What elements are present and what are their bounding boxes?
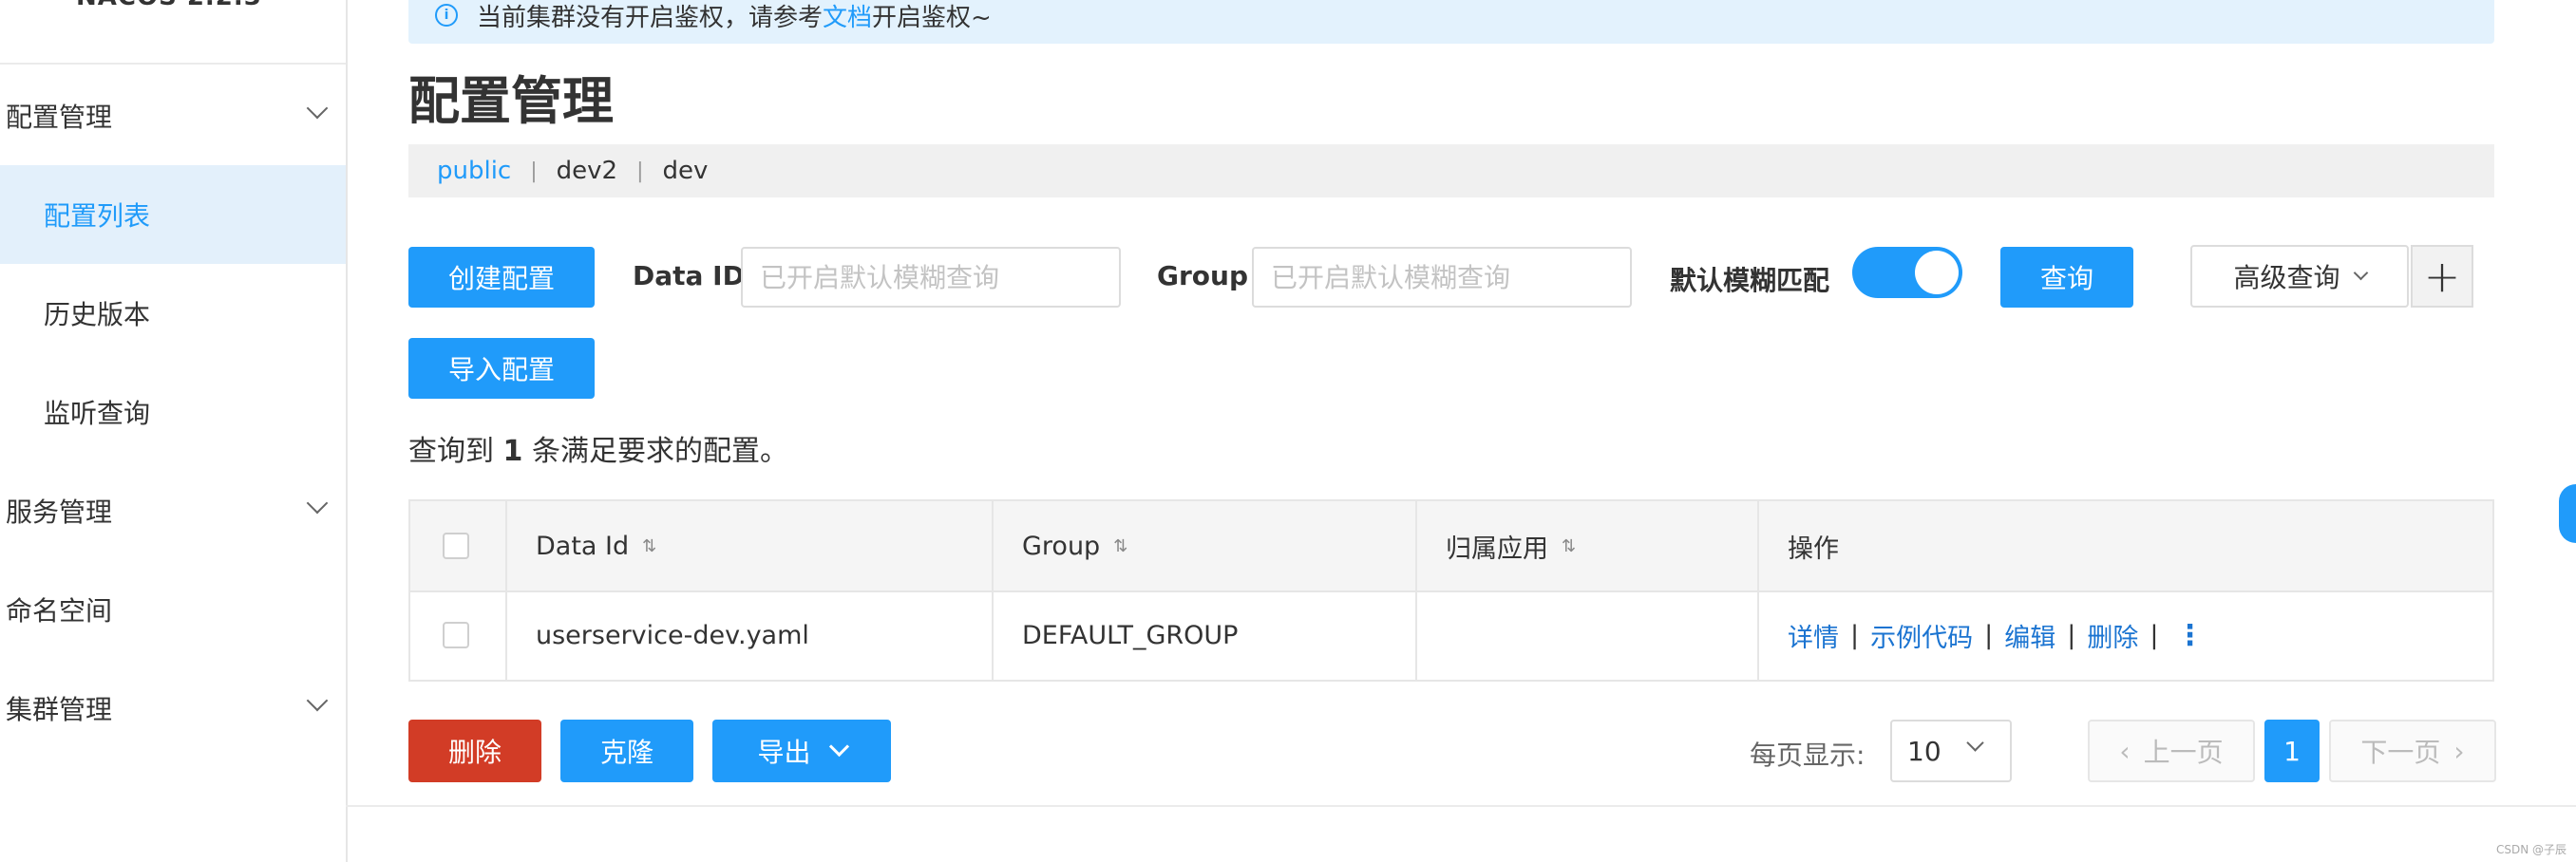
current-page-button[interactable]: 1 <box>2264 720 2320 782</box>
sidebar-item-label: 历史版本 <box>44 299 151 330</box>
fuzzy-match-toggle[interactable] <box>1852 247 1962 298</box>
row-checkbox[interactable] <box>443 622 469 648</box>
header-actions: 操作 <box>1757 501 2492 590</box>
sidebar-item-label: 集群管理 <box>6 694 113 725</box>
result-prefix: 查询到 <box>408 435 494 468</box>
namespace-separator: | <box>530 159 538 183</box>
sidebar-item-service-management[interactable]: 服务管理 <box>0 461 346 560</box>
import-config-button[interactable]: 导入配置 <box>408 338 595 399</box>
watermark: CSDN @子辰 <box>2496 843 2567 856</box>
namespace-dev2[interactable]: dev2 <box>557 157 617 185</box>
chevron-down-icon <box>306 492 329 515</box>
header-select-all <box>410 501 505 590</box>
table-cell-data-id: userservice-dev.yaml <box>536 620 809 650</box>
config-table: Data Id ⇅ Group ⇅ 归属应用 ⇅ 操作 userservice-… <box>408 499 2494 682</box>
result-count: 1 <box>502 435 523 468</box>
advanced-query-label: 高级查询 <box>2233 262 2340 293</box>
sidebar-item-cluster-management[interactable]: 集群管理 <box>0 659 346 758</box>
data-id-label: Data ID <box>633 260 745 291</box>
page-size-value: 10 <box>1907 735 1941 767</box>
logo-divider <box>0 63 346 65</box>
namespace-dev[interactable]: dev <box>663 157 709 185</box>
action-separator: | <box>2067 620 2076 650</box>
page-title: 配置管理 <box>408 71 614 131</box>
sidebar-item-config-management[interactable]: 配置管理 <box>0 66 346 165</box>
edit-link[interactable]: 编辑 <box>2004 617 2055 654</box>
alert-text: 当前集群没有开启鉴权，请参考文档开启鉴权~ <box>477 0 992 33</box>
sidebar-item-label: 监听查询 <box>44 398 151 429</box>
query-button[interactable]: 查询 <box>2000 247 2133 308</box>
sort-icon[interactable]: ⇅ <box>1113 536 1127 556</box>
info-icon: i <box>435 4 458 27</box>
chevron-right-icon: › <box>2453 735 2465 767</box>
more-options-icon[interactable]: ⋮ <box>2175 619 2204 652</box>
action-separator: | <box>1850 620 1860 650</box>
chevron-down-icon <box>1966 734 1984 752</box>
prev-page-button[interactable]: ‹ 上一页 <box>2088 720 2255 782</box>
column-header-label: Group <box>1022 531 1101 561</box>
table-cell-actions: 详情 | 示例代码 | 编辑 | 删除 | ⋮ <box>1757 590 2492 680</box>
advanced-query-button[interactable]: 高级查询 <box>2190 245 2409 308</box>
chevron-left-icon: ‹ <box>2119 735 2131 767</box>
sort-icon[interactable]: ⇅ <box>642 536 656 556</box>
column-header-label: 操作 <box>1788 534 1839 564</box>
sidebar-item-history[interactable]: 历史版本 <box>0 264 346 363</box>
footer-divider <box>346 805 2576 807</box>
floating-side-tab[interactable] <box>2559 484 2576 543</box>
column-header-label: 归属应用 <box>1446 534 1548 564</box>
sidebar-item-label: 配置列表 <box>44 200 151 232</box>
clone-button[interactable]: 克隆 <box>560 720 693 782</box>
action-separator: | <box>1984 620 1994 650</box>
alert-prefix: 当前集群没有开启鉴权，请参考 <box>477 3 824 32</box>
group-input[interactable] <box>1252 247 1632 308</box>
toggle-knob <box>1915 251 1959 294</box>
prev-page-label: 上一页 <box>2143 737 2224 768</box>
fuzzy-match-label: 默认模糊匹配 <box>1670 265 1830 296</box>
column-header-label: Data Id <box>536 531 630 561</box>
sidebar-item-label: 命名空间 <box>6 595 113 627</box>
table-cell-group: DEFAULT_GROUP <box>1022 620 1239 650</box>
header-data-id[interactable]: Data Id ⇅ <box>505 501 992 590</box>
namespace-bar: public | dev2 | dev <box>408 144 2494 197</box>
table-row-select <box>410 590 505 680</box>
result-suffix: 条满足要求的配置。 <box>531 435 788 468</box>
chevron-down-icon <box>306 97 329 120</box>
sort-icon[interactable]: ⇅ <box>1562 536 1576 556</box>
chevron-down-icon <box>828 736 849 757</box>
header-group[interactable]: Group ⇅ <box>992 501 1415 590</box>
sidebar-item-namespace[interactable]: 命名空间 <box>0 560 346 659</box>
docs-link[interactable]: 文档 <box>823 4 872 32</box>
app-logo: NACOS 2.2.3 <box>76 0 262 11</box>
page-size-select[interactable]: 10 <box>1890 720 2012 782</box>
delete-button[interactable]: 删除 <box>408 720 541 782</box>
page-size-label: 每页显示: <box>1750 740 1866 771</box>
sidebar-item-label: 配置管理 <box>6 102 113 133</box>
export-button[interactable]: 导出 <box>712 720 891 782</box>
header-app[interactable]: 归属应用 ⇅ <box>1415 501 1757 590</box>
auth-alert: i 当前集群没有开启鉴权，请参考文档开启鉴权~ <box>408 0 2494 44</box>
delete-link[interactable]: 删除 <box>2087 617 2138 654</box>
next-page-button[interactable]: 下一页 › <box>2329 720 2496 782</box>
sidebar: NACOS 2.2.3 配置管理 配置列表 历史版本 监听查询 服务管理 命名空… <box>0 0 348 862</box>
namespace-separator: | <box>636 159 644 183</box>
chevron-down-icon <box>2353 265 2368 280</box>
export-label: 导出 <box>757 737 811 768</box>
data-id-input[interactable] <box>741 247 1121 308</box>
create-config-button[interactable]: 创建配置 <box>408 247 595 308</box>
action-separator: | <box>2150 620 2159 650</box>
select-all-checkbox[interactable] <box>443 533 469 559</box>
sidebar-item-label: 服务管理 <box>6 497 113 528</box>
result-summary: 查询到 1 条满足要求的配置。 <box>408 427 788 469</box>
alert-suffix: 开启鉴权~ <box>872 3 992 32</box>
chevron-down-icon <box>306 689 329 712</box>
sidebar-item-listener-query[interactable]: 监听查询 <box>0 363 346 461</box>
sample-code-link[interactable]: 示例代码 <box>1870 617 1973 654</box>
detail-link[interactable]: 详情 <box>1788 617 1839 654</box>
table-cell-app <box>1415 590 1757 680</box>
add-icon[interactable]: + <box>2411 245 2473 308</box>
next-page-label: 下一页 <box>2360 737 2441 768</box>
group-label: Group <box>1157 260 1249 291</box>
sidebar-item-config-list[interactable]: 配置列表 <box>0 165 346 264</box>
namespace-public[interactable]: public <box>437 157 511 185</box>
